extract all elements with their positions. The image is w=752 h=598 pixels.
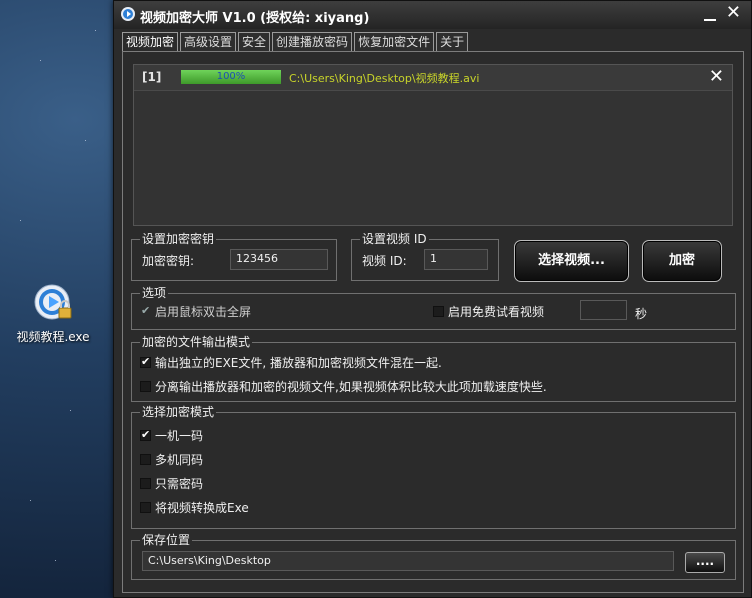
window-title: 视频加密大师 V1.0 (授权给: xiyang) [140,11,370,26]
checkbox-box [140,428,151,442]
minimize-button[interactable] [703,7,717,23]
checkbox-box [140,478,151,489]
dblclick-fullscreen-checkbox[interactable]: 启用鼠标双击全屏 [140,304,252,319]
tab-security[interactable]: 安全 [238,32,271,52]
checkbox-box [140,304,151,318]
tab-panel: [1] 100% C:\Users\King\Desktop\视频教程.avi … [122,51,744,593]
tab-advanced-settings[interactable]: 高级设置 [180,32,237,52]
encrypt-mode-title: 选择加密模式 [140,404,217,420]
mode-one-machine-label: 一机一码 [155,429,204,443]
video-file-list[interactable]: [1] 100% C:\Users\King\Desktop\视频教程.avi … [133,64,733,226]
title-bar[interactable]: 视频加密大师 V1.0 (授权给: xiyang) ✕ [114,1,751,29]
mode-convert-exe-checkbox[interactable]: 将视频转换成Exe [140,501,249,515]
video-id-label: 视频 ID: [362,254,407,268]
mode-password-only-label: 只需密码 [155,477,204,491]
mode-convert-exe-label: 将视频转换成Exe [155,501,249,515]
dblclick-fullscreen-label: 启用鼠标双击全屏 [155,305,252,319]
preview-seconds-input[interactable] [580,300,627,320]
output-separate-label: 分离输出播放器和加密的视频文件,如果视频体积比较大此项加载速度快些. [155,380,547,394]
options-group: 选项 启用鼠标双击全屏 启用免费试看视频 秒 [131,285,736,330]
key-group-title: 设置加密密钥 [140,231,217,247]
tab-create-play-password[interactable]: 创建播放密码 [272,32,353,52]
encrypt-mode-group: 选择加密模式 一机一码 多机同码 只需密码 将视频转换成Exe [131,404,736,529]
encrypt-button[interactable]: 加密 [642,240,722,282]
key-input[interactable]: 123456 [230,249,328,270]
seconds-unit-label: 秒 [635,307,648,321]
tab-video-encrypt[interactable]: 视频加密 [122,32,179,53]
save-location-group: 保存位置 C:\Users\King\Desktop .... [131,532,736,580]
mode-one-machine-checkbox[interactable]: 一机一码 [140,428,204,443]
key-group: 设置加密密钥 加密密钥: 123456 [131,231,337,281]
output-single-exe-label: 输出独立的EXE文件, 播放器和加密视频文件混在一起. [155,356,442,370]
save-location-title: 保存位置 [140,532,193,548]
free-preview-checkbox[interactable]: 启用免费试看视频 [433,305,544,319]
free-preview-label: 启用免费试看视频 [448,305,545,319]
mode-multi-machine-label: 多机同码 [155,453,204,467]
mode-multi-machine-checkbox[interactable]: 多机同码 [140,453,203,467]
output-single-exe-checkbox[interactable]: 输出独立的EXE文件, 播放器和加密视频文件混在一起. [140,355,442,370]
media-player-lock-icon [32,282,74,324]
video-file-path: C:\Users\King\Desktop\视频教程.avi [289,72,480,85]
checkbox-box [140,502,151,513]
checkbox-box [140,381,151,392]
desktop-file-label: 视频教程.exe [16,330,90,344]
tab-bar: 视频加密 高级设置 安全 创建播放密码 恢复加密文件 关于 [122,32,470,53]
remove-item-button[interactable]: ✕ [709,66,724,87]
progress-bar: 100% [181,70,281,84]
output-mode-title: 加密的文件输出模式 [140,334,253,350]
output-mode-group: 加密的文件输出模式 输出独立的EXE文件, 播放器和加密视频文件混在一起. 分离… [131,334,736,402]
checkbox-box [433,306,444,317]
app-window: 视频加密大师 V1.0 (授权给: xiyang) ✕ 视频加密 高级设置 安全… [113,0,752,598]
app-logo-icon [120,6,136,22]
browse-button[interactable]: .... [685,552,725,573]
checkbox-box [140,355,151,369]
video-id-group-title: 设置视频 ID [360,231,429,247]
video-id-group: 设置视频 ID 视频 ID: 1 [351,231,499,281]
progress-text: 100% [216,71,246,82]
mode-password-only-checkbox[interactable]: 只需密码 [140,477,203,491]
list-item[interactable]: [1] 100% C:\Users\King\Desktop\视频教程.avi … [134,65,732,91]
video-id-input[interactable]: 1 [424,249,488,270]
checkbox-box [140,454,151,465]
tab-about[interactable]: 关于 [436,32,469,52]
save-path-input[interactable]: C:\Users\King\Desktop [142,551,674,571]
select-video-button[interactable]: 选择视频... [514,240,629,282]
key-label: 加密密钥: [142,254,195,268]
output-separate-checkbox[interactable]: 分离输出播放器和加密的视频文件,如果视频体积比较大此项加载速度快些. [140,380,547,394]
close-button[interactable]: ✕ [726,4,741,22]
tab-restore-encrypted[interactable]: 恢复加密文件 [354,32,435,52]
desktop-file-icon[interactable]: 视频教程.exe [10,282,96,345]
options-title: 选项 [140,285,169,301]
item-index: [1] [142,70,162,84]
